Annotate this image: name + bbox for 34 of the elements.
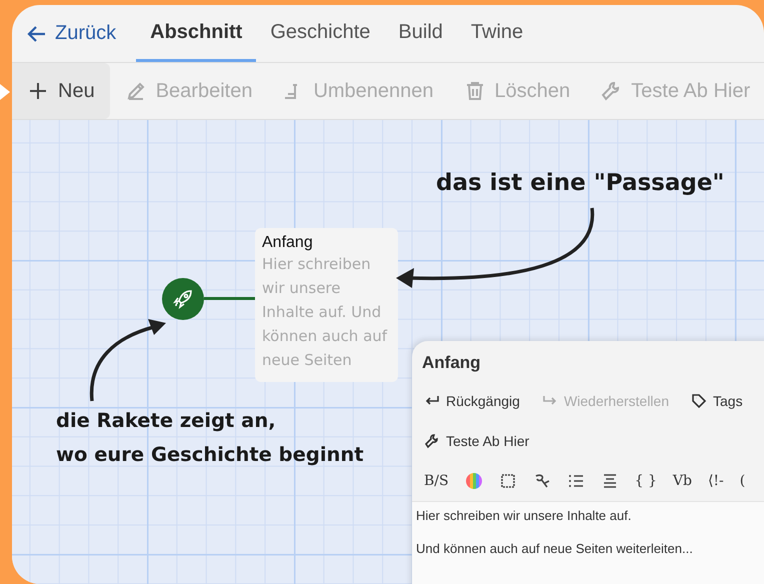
script-icon bbox=[532, 472, 551, 490]
pencil-icon bbox=[124, 80, 147, 102]
rocket-node[interactable] bbox=[162, 278, 204, 320]
pointer-icon bbox=[0, 84, 10, 100]
nav-tab[interactable]: Abschnitt bbox=[136, 5, 256, 62]
format-button[interactable]: B/S bbox=[418, 466, 455, 496]
nav-tab[interactable]: Twine bbox=[456, 5, 538, 62]
color-wheel-icon bbox=[464, 472, 483, 490]
list-icon bbox=[566, 472, 585, 490]
format-button[interactable]: { } bbox=[628, 466, 663, 496]
wrench-icon bbox=[424, 433, 440, 449]
connector-line bbox=[204, 297, 255, 300]
plus-icon bbox=[27, 80, 49, 102]
editor-title: Anfang bbox=[421, 352, 482, 374]
format-button[interactable]: Vb bbox=[666, 466, 698, 496]
passage-excerpt: Hier schreiben wir unsere Inhalte auf. Und können auch auf neue Seiten bbox=[262, 254, 388, 371]
tag-icon bbox=[691, 393, 707, 409]
format-button[interactable]: ( bbox=[734, 466, 752, 496]
annotation-text: das ist eine "Passage" bbox=[436, 170, 724, 196]
passage-title: Anfang bbox=[262, 234, 314, 252]
annotation-text: die Rakete zeigt an, wo eure Geschichte beginnt bbox=[56, 408, 364, 468]
passage-text-field[interactable]: Hier schreiben wir unsere Inhalte auf. Und können auch auf neue Seiten weiterleiten... bbox=[412, 501, 764, 584]
back-link[interactable]: Zurück bbox=[27, 5, 136, 62]
format-button[interactable]: ⟨!- bbox=[702, 466, 730, 496]
dotted-box-icon bbox=[498, 472, 517, 490]
editor-button[interactable]: Tags bbox=[685, 381, 749, 421]
editor-button[interactable]: Rückgängig bbox=[418, 381, 526, 421]
toolbar-button[interactable]: Neu bbox=[12, 63, 110, 119]
nav-tab[interactable]: Geschichte bbox=[256, 5, 384, 62]
nav-tab[interactable]: Build bbox=[384, 5, 457, 62]
editor-button[interactable]: Teste Ab Hier bbox=[418, 421, 536, 461]
passage-card[interactable]: Anfang Hier schreiben wir unsere Inhalte auf. Und können auch auf neue Seiten bbox=[255, 228, 398, 382]
rocket-icon bbox=[171, 287, 195, 311]
back-arrow-icon bbox=[27, 24, 47, 42]
